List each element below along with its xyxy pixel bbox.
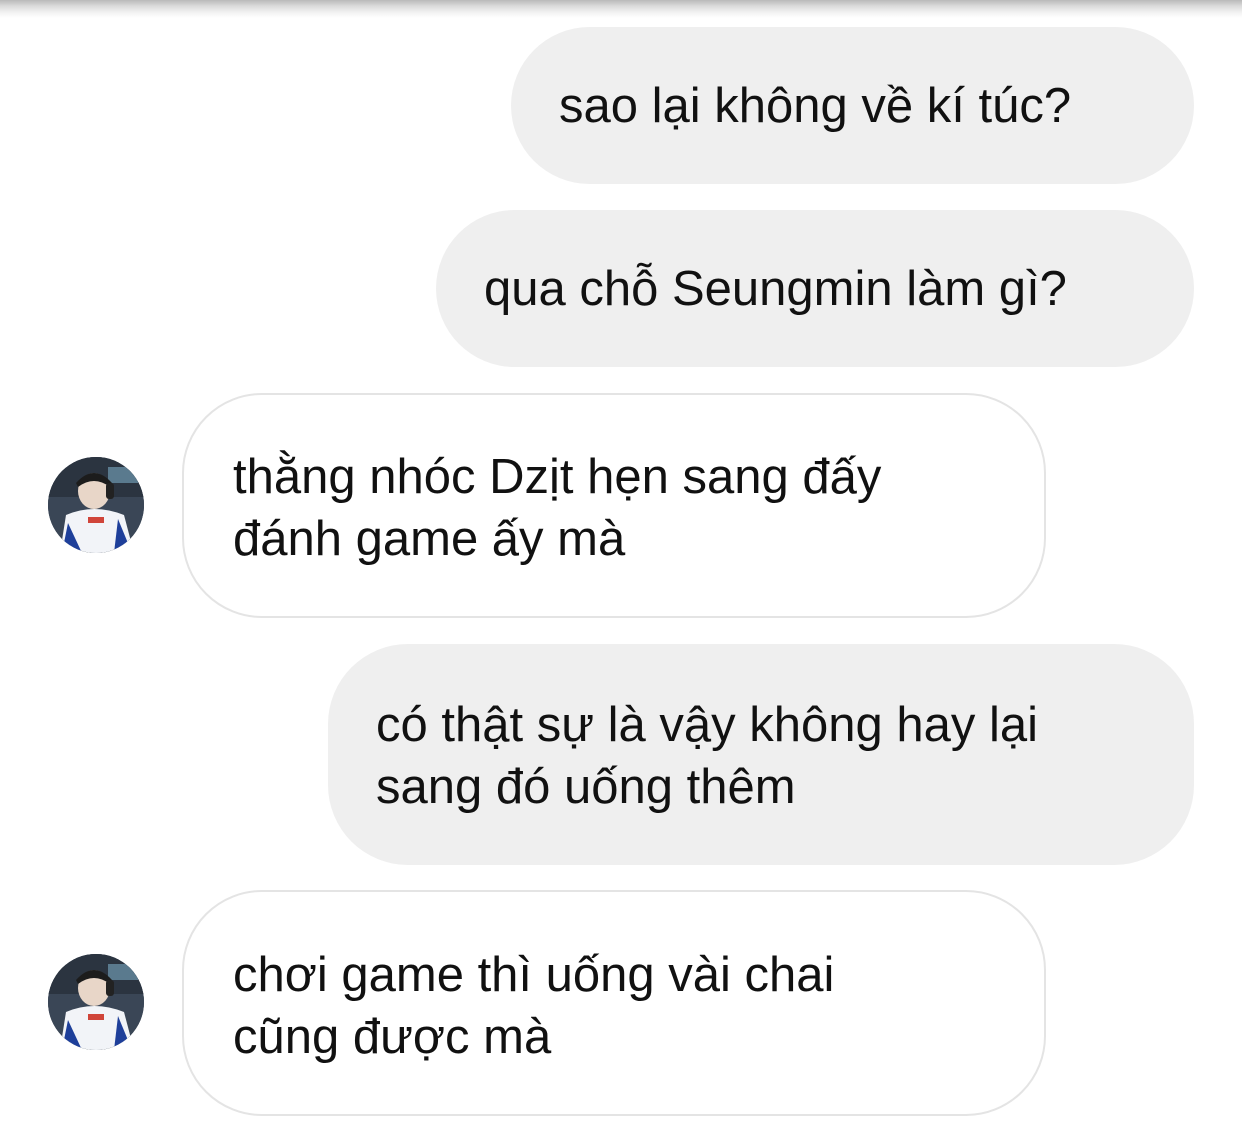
message-text: sao lại không về kí túc? <box>559 79 1072 133</box>
chat-screen: sao lại không về kí túc? qua chỗ Seungmi… <box>0 0 1242 1131</box>
contact-avatar[interactable] <box>48 457 144 553</box>
message-text-line: đánh game ấy mà <box>233 512 626 566</box>
message-text-line: thằng nhóc Dzịt hẹn sang đấy <box>233 450 882 504</box>
message-bubble-outgoing[interactable]: qua chỗ Seungmin làm gì? <box>436 210 1194 367</box>
message-bubble-outgoing[interactable]: sao lại không về kí túc? <box>511 27 1194 184</box>
avatar-photo-icon <box>48 954 144 1050</box>
message-bubble-incoming[interactable]: chơi game thì uống vài chai cũng được mà <box>182 890 1046 1116</box>
contact-avatar[interactable] <box>48 954 144 1050</box>
message-bubble-outgoing[interactable]: có thật sự là vậy không hay lại sang đó … <box>328 644 1194 865</box>
message-text-line: có thật sự là vậy không hay lại <box>376 698 1039 752</box>
avatar-photo-icon <box>48 457 144 553</box>
top-bar-shadow <box>0 0 1242 18</box>
message-text-line: chơi game thì uống vài chai <box>233 948 835 1002</box>
message-text-line: sang đó uống thêm <box>376 760 796 814</box>
message-text-line: cũng được mà <box>233 1010 552 1064</box>
message-bubble-incoming[interactable]: thằng nhóc Dzịt hẹn sang đấy đánh game ấ… <box>182 393 1046 618</box>
message-text: qua chỗ Seungmin làm gì? <box>484 262 1067 316</box>
